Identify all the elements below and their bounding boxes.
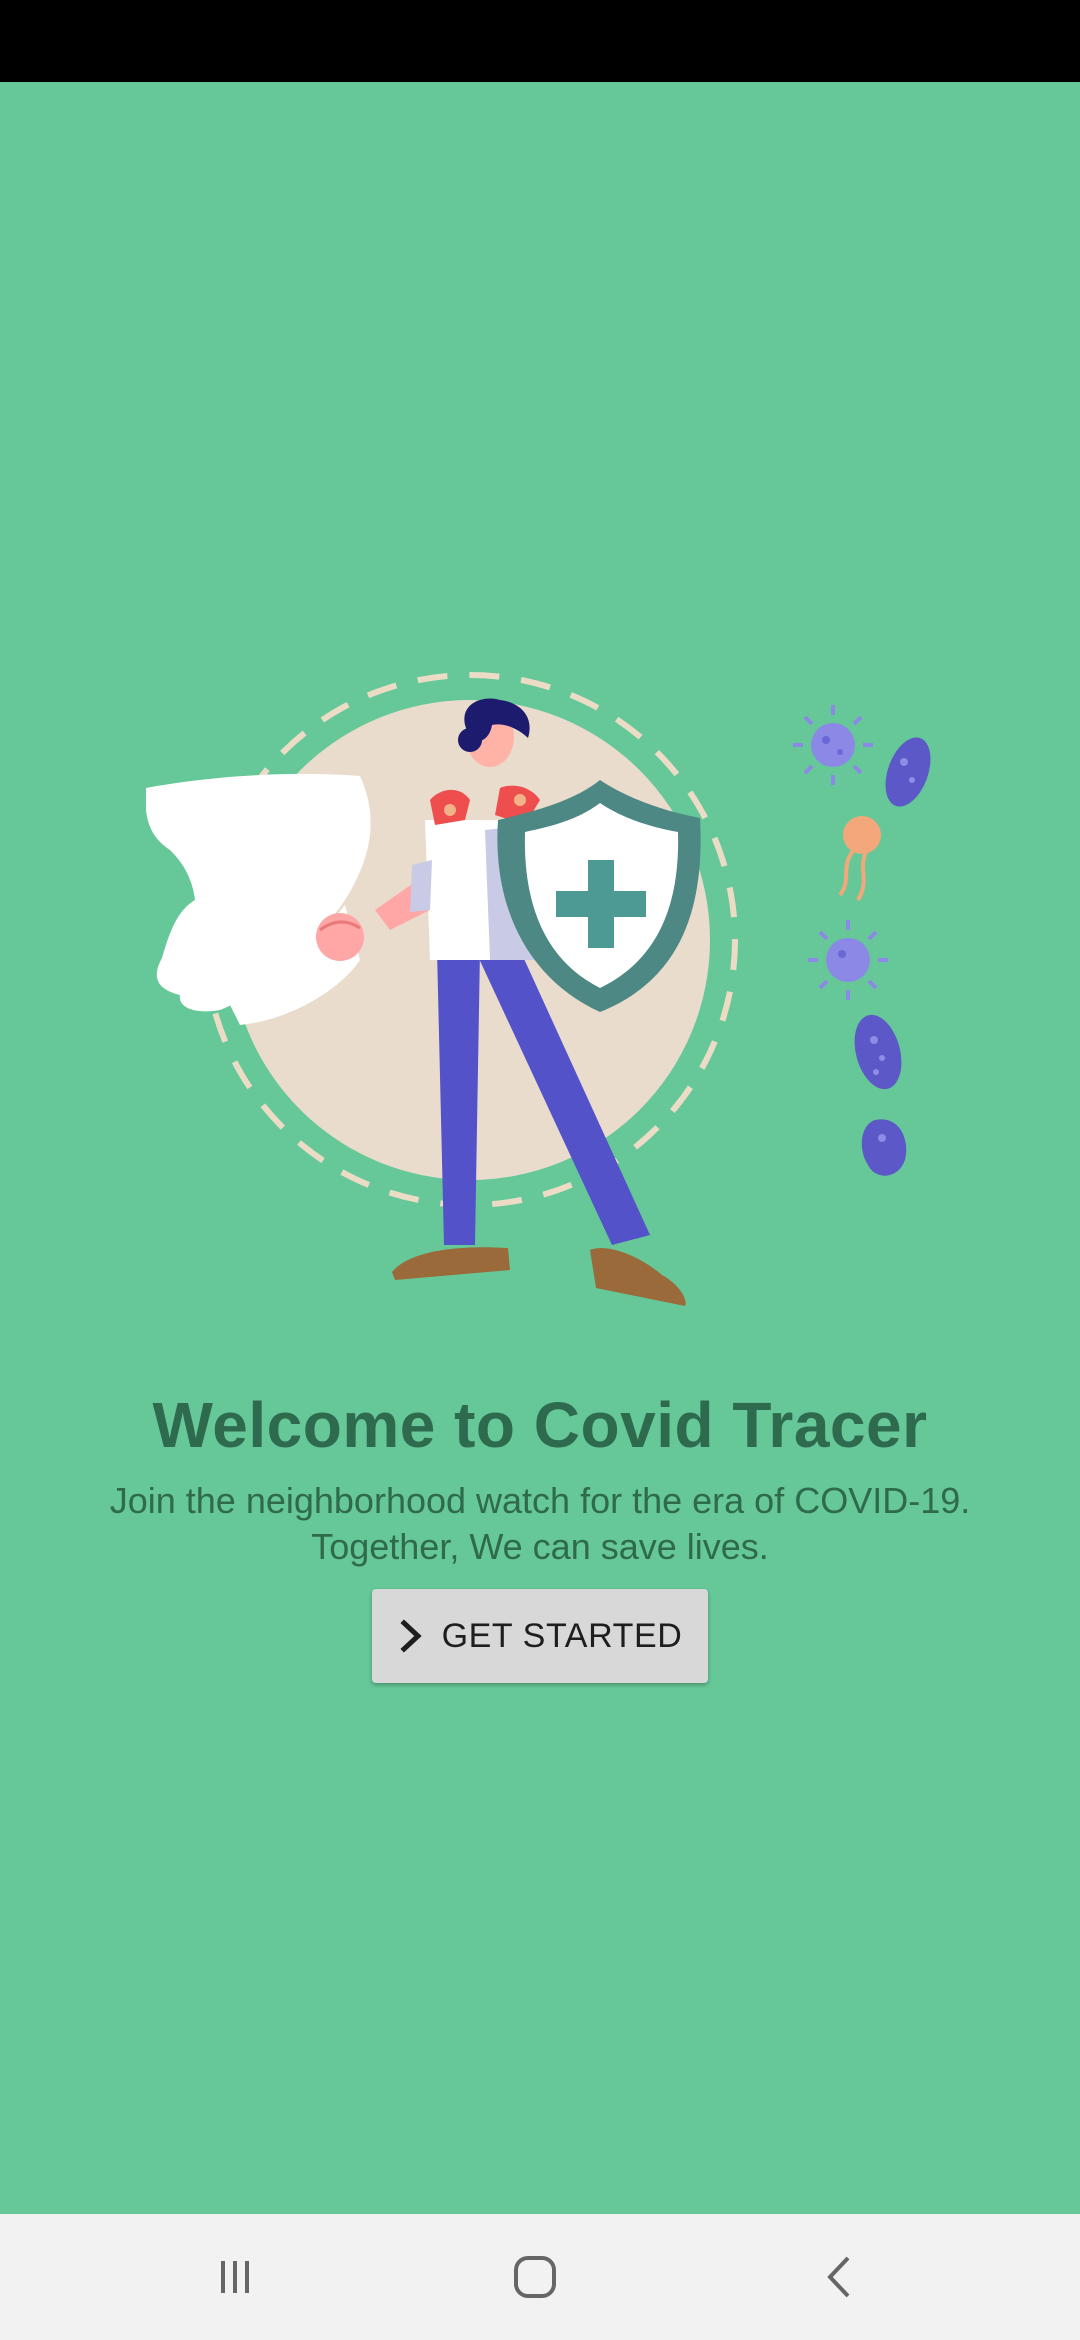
home-icon: [514, 2256, 556, 2298]
welcome-screen: Welcome to Covid Tracer Join the neighbo…: [0, 0, 1080, 2340]
back-button[interactable]: [760, 2214, 920, 2340]
get-started-button[interactable]: GET STARTED: [372, 1589, 708, 1683]
virus-icon: [808, 920, 888, 1000]
bacteria-icon: [854, 1014, 902, 1090]
get-started-label: GET STARTED: [441, 1616, 683, 1655]
welcome-subtitle: Join the neighborhood watch for the era …: [0, 1478, 1080, 1570]
bacteria-icon: [885, 737, 931, 807]
bacteria-icon: [861, 1119, 907, 1176]
recent-apps-icon: [221, 2261, 249, 2293]
hero-illustration: [146, 672, 931, 1306]
back-icon: [827, 2256, 850, 2298]
welcome-title: Welcome to Covid Tracer: [152, 1389, 928, 1461]
virus-icon: [793, 705, 873, 785]
home-button[interactable]: [455, 2214, 615, 2340]
subtitle-line-2: Together, We can save lives.: [311, 1526, 769, 1567]
virus-icon: [838, 816, 881, 902]
system-navigation-bar: [0, 2214, 1080, 2340]
status-bar: [0, 0, 1080, 82]
chevron-right-icon: [400, 1619, 422, 1653]
subtitle-line-1: Join the neighborhood watch for the era …: [109, 1480, 971, 1521]
recent-apps-button[interactable]: [155, 2214, 315, 2340]
